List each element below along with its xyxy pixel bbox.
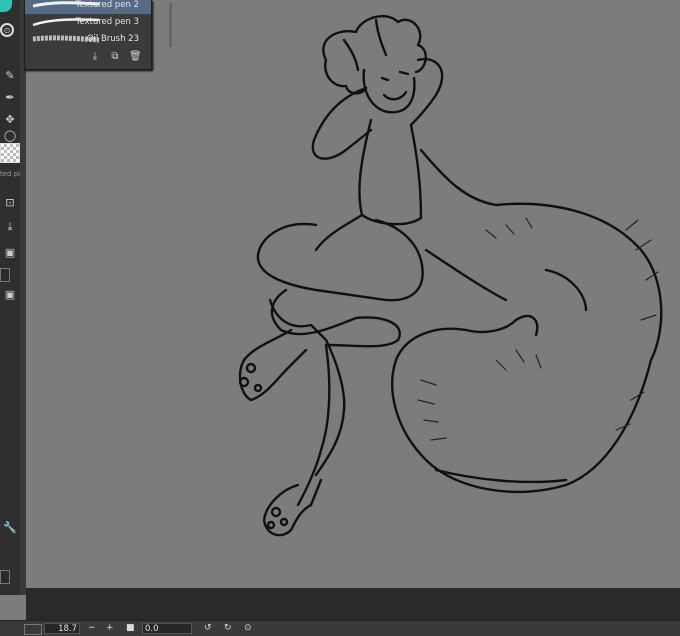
navigator-thumbnail[interactable] [24, 624, 42, 635]
layer-icon[interactable]: ▣ [2, 245, 18, 259]
import-icon[interactable]: ⤓ [89, 51, 101, 63]
trash-icon[interactable]: 🗑 [129, 51, 142, 63]
brush-name: Textured pen 2 [75, 0, 139, 10]
brush-panel-actions: ⤓ ⧉ 🗑 [25, 51, 151, 65]
toolbar-divider [20, 0, 26, 595]
move-icon[interactable]: ✥ [2, 112, 18, 126]
brush-item-oil-brush-23[interactable]: Oil Brush 23 [25, 31, 151, 48]
zoom-out-icon[interactable]: − [88, 623, 96, 634]
brush-panel-scrollbar[interactable] [169, 3, 172, 47]
rotate-left-icon[interactable]: ↺ [204, 623, 212, 634]
accent-mark [0, 0, 12, 12]
app-icon[interactable]: ⊙ [0, 23, 14, 37]
left-toolbar: ⊙ ✎ ✒ ✥ ◯ ted pi ⊡ ⤓ ▣ ▣ 🔧 [0, 0, 21, 595]
wrench-icon[interactable]: 🔧 [2, 520, 18, 534]
drawing-canvas[interactable] [26, 0, 680, 588]
lasso-icon[interactable]: ◯ [2, 128, 18, 142]
lock-icon[interactable]: ⊡ [2, 195, 18, 209]
duplicate-icon[interactable]: ⧉ [109, 51, 121, 63]
brush-panel: Textured pen 2 Textured pen 3 Oil Brush … [24, 0, 172, 70]
brush-name: Textured pen 3 [75, 17, 139, 27]
pen-icon[interactable]: ✒ [2, 90, 18, 104]
rotate-right-icon[interactable]: ↻ [224, 623, 232, 634]
zoom-field[interactable]: 18.7 [44, 623, 80, 634]
download-icon[interactable]: ⤓ [2, 220, 18, 234]
status-bar: 18.7 − + ■ 0.0 ↺ ↻ ⊙ [0, 620, 680, 636]
brush-item-textured-pen-2[interactable]: Textured pen 2 [25, 0, 151, 14]
layer-icon-2[interactable]: ▣ [2, 287, 18, 301]
sketch-drawing [238, 15, 663, 537]
reset-rotation-icon[interactable]: ⊙ [244, 623, 252, 634]
eyedropper-icon[interactable]: ✎ [2, 68, 18, 82]
dropdown-field[interactable] [0, 570, 10, 584]
truncated-tool-label: ted pi [0, 170, 20, 178]
angle-field[interactable]: 0.0 [142, 623, 192, 634]
canvas-bottom-area [26, 588, 680, 620]
brush-item-textured-pen-3[interactable]: Textured pen 3 [25, 14, 151, 31]
property-field[interactable] [0, 268, 10, 282]
zoom-in-icon[interactable]: + [106, 623, 114, 634]
transparency-swatch[interactable] [0, 143, 20, 163]
brush-name: Oil Brush 23 [86, 34, 139, 44]
fit-icon[interactable]: ■ [126, 623, 135, 634]
